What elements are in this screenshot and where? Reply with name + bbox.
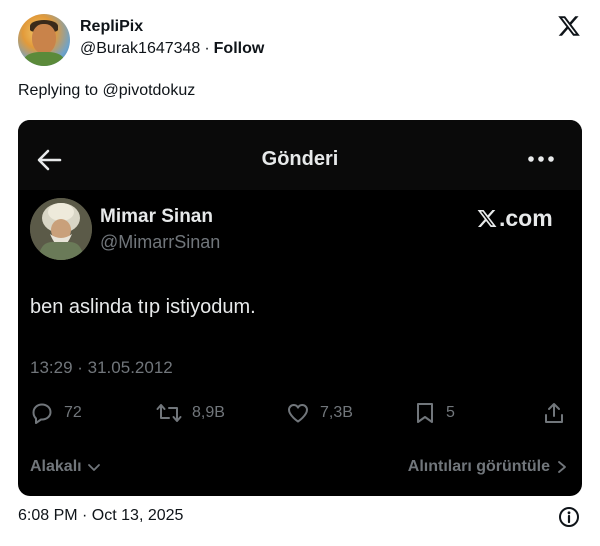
repost-count: 8,9B <box>192 404 225 421</box>
header-title: Gönderi <box>261 148 339 170</box>
bookmark-count: 5 <box>446 404 455 421</box>
post-actions: 72 8,9B 7,3B 5 <box>18 398 582 432</box>
repost-action[interactable]: 8,9B <box>156 398 225 428</box>
related-label: Alakalı <box>30 458 82 475</box>
avatar-face <box>32 24 56 54</box>
author-handle-line: @Burak1647348 · Follow <box>80 40 264 58</box>
share-action[interactable] <box>542 398 566 428</box>
post-text: ben aslinda tıp istiyodum. <box>30 296 256 318</box>
post-author-name[interactable]: Mimar Sinan <box>100 206 213 228</box>
reply-action[interactable]: 72 <box>30 398 82 428</box>
like-action[interactable]: 7,3B <box>286 398 353 428</box>
author-name[interactable]: RepliPix <box>80 18 143 36</box>
heart-icon <box>288 404 308 423</box>
x-com-brand: .com <box>476 204 553 232</box>
replying-to[interactable]: Replying to @pivotdokuz <box>18 82 195 100</box>
x-logo-icon[interactable] <box>556 14 582 38</box>
bookmark-icon <box>417 403 433 423</box>
more-options-icon[interactable] <box>526 154 556 164</box>
repost-icon <box>156 404 182 422</box>
embedded-post-screenshot: Gönderi Mimar Sinan @MimarrSinan .com be… <box>18 120 582 496</box>
view-quotes-label: Alıntıları görüntüle <box>407 458 550 475</box>
follow-button[interactable]: Follow <box>214 40 265 57</box>
post-author-handle[interactable]: @MimarrSinan <box>100 232 220 253</box>
separator: · <box>204 40 210 57</box>
mimar-sinan-avatar[interactable] <box>30 198 92 260</box>
reply-count: 72 <box>64 404 82 421</box>
x-brand-icon <box>477 209 497 227</box>
info-icon[interactable] <box>558 506 580 528</box>
brand-domain: .com <box>499 204 553 231</box>
chevron-right-icon <box>558 461 566 473</box>
avatar-shirt <box>24 52 64 66</box>
bookmark-action[interactable]: 5 <box>414 398 455 428</box>
post-time: 13:29 · 31.05.2012 <box>30 358 173 377</box>
avatar-portrait-icon <box>30 198 92 260</box>
share-icon <box>545 403 563 423</box>
post-timestamp[interactable]: 6:08 PM · Oct 13, 2025 <box>18 507 183 525</box>
view-quotes-link[interactable]: Alıntıları görüntüle <box>408 458 568 476</box>
author-avatar[interactable] <box>18 14 70 66</box>
reply-bubble-icon <box>32 403 52 424</box>
like-count: 7,3B <box>320 404 353 421</box>
related-link[interactable]: Alakalı <box>30 458 102 476</box>
author-handle[interactable]: @Burak1647348 <box>80 40 200 57</box>
chevron-down-icon <box>87 464 100 471</box>
